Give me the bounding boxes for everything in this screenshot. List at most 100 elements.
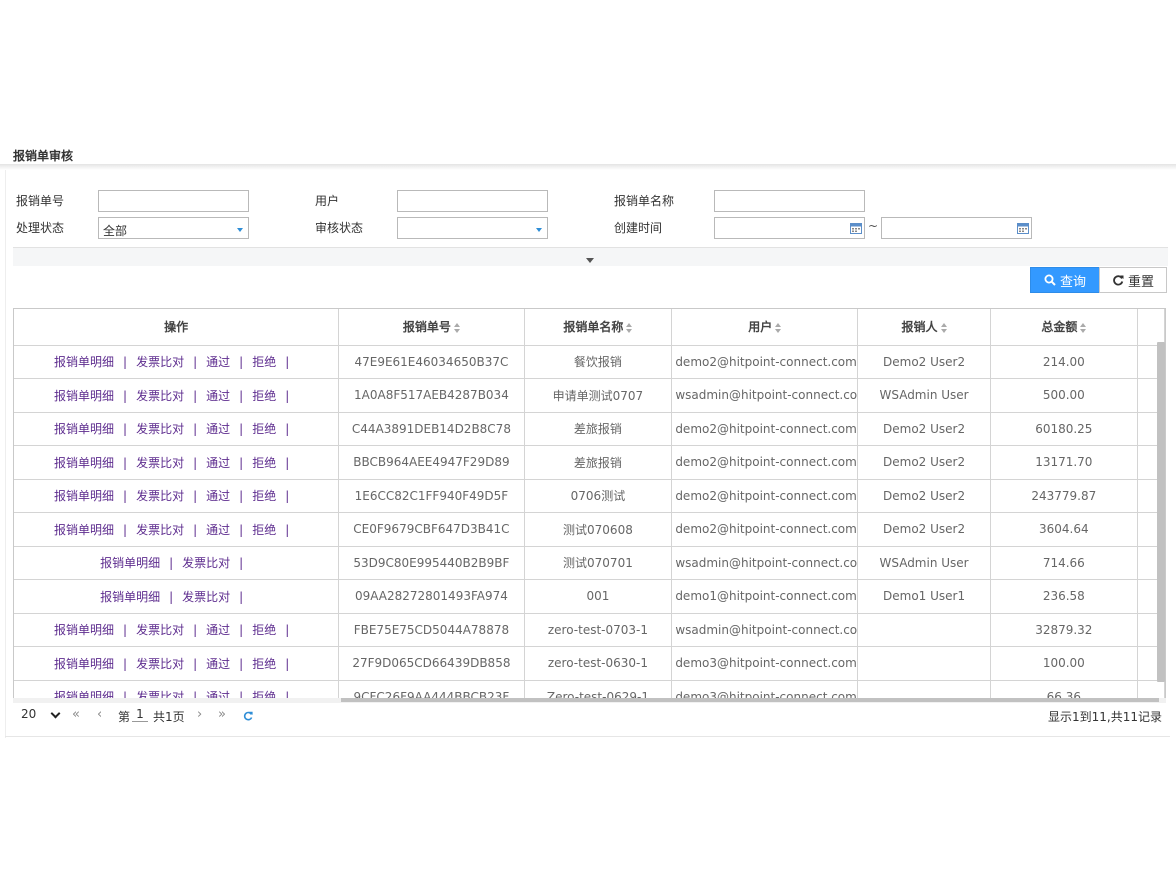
table-row[interactable]: 报销单明细 | 发票比对 | 通过 | 拒绝 | FBE75E75CD5044A78878 zer… (14, 613, 1165, 647)
approve-link[interactable]: 通过 (206, 523, 230, 537)
user-cell: demo2@hitpoint-connect.com (671, 345, 859, 379)
action-separator: | (285, 455, 290, 470)
compare-link[interactable]: 发票比对 (136, 489, 184, 503)
page-title: 报销单审核 (13, 149, 74, 163)
approve-link[interactable]: 通过 (206, 489, 230, 503)
reject-link[interactable]: 拒绝 (252, 623, 276, 637)
header-claimant[interactable]: 报销人 (857, 309, 991, 346)
detail-link[interactable]: 报销单明细 (54, 623, 114, 637)
collapse-bar[interactable] (13, 248, 1168, 266)
detail-link[interactable]: 报销单明细 (54, 657, 114, 671)
compare-link[interactable]: 发票比对 (136, 623, 184, 637)
last-page-button[interactable]: » (218, 707, 226, 722)
action-separator: | (239, 388, 244, 403)
header-claim-name[interactable]: 报销单名称 (524, 309, 673, 346)
query-button[interactable]: 查询 (1030, 267, 1100, 293)
detail-link[interactable]: 报销单明细 (54, 456, 114, 470)
table-row[interactable]: 报销单明细 | 发票比对 | 53D9C80E995440B2B9BF 测试070701 w… (14, 546, 1165, 580)
created-time-end-input[interactable] (881, 217, 1032, 239)
table-row[interactable]: 报销单明细 | 发票比对 | 通过 | 拒绝 | 47E9E61E46034650B37C 餐饮报… (14, 345, 1165, 379)
header-claim-no[interactable]: 报销单号 (338, 309, 525, 346)
caret-down-icon[interactable] (586, 258, 594, 263)
sort-icon[interactable] (626, 322, 633, 333)
table-row[interactable]: 报销单明细 | 发票比对 | 通过 | 拒绝 | C44A3891DEB14D2B8C78 差旅报… (14, 412, 1165, 446)
table-row[interactable]: 报销单明细 | 发票比对 | 通过 | 拒绝 | 1E6CC82C1FF940F49D5F 070… (14, 479, 1165, 513)
chevron-down-icon[interactable] (50, 708, 61, 719)
action-cell: 报销单明细 | 发票比对 | 通过 | 拒绝 | (14, 345, 340, 379)
refresh-icon[interactable] (243, 711, 253, 721)
approve-link[interactable]: 通过 (206, 623, 230, 637)
table-row[interactable]: 报销单明细 | 发票比对 | 通过 | 拒绝 | 1A0A8F517AEB4287B034 申请单… (14, 378, 1165, 413)
created-time-start-input[interactable] (714, 217, 865, 239)
page-total: 共1页 (153, 710, 185, 724)
detail-link[interactable]: 报销单明细 (54, 422, 114, 436)
compare-link[interactable]: 发票比对 (136, 523, 184, 537)
approve-link[interactable]: 通过 (206, 456, 230, 470)
page-size-select[interactable]: 20 (21, 707, 36, 721)
detail-link[interactable]: 报销单明细 (54, 389, 114, 403)
compare-link[interactable]: 发票比对 (136, 422, 184, 436)
page-number-input[interactable]: 1 (132, 707, 148, 722)
table-row[interactable]: 报销单明细 | 发票比对 | 通过 | 拒绝 | CE0F9679CBF647D3B41C 测试0… (14, 512, 1165, 547)
header-user[interactable]: 用户 (671, 309, 859, 346)
table-row[interactable]: 报销单明细 | 发票比对 | 通过 | 拒绝 | 27F9D065CD66439DB858 zer… (14, 646, 1165, 681)
claim-name-cell: 测试070701 (524, 546, 673, 580)
calendar-icon[interactable] (850, 222, 862, 234)
claim-name-cell: 差旅报销 (524, 445, 673, 480)
compare-link[interactable]: 发票比对 (136, 456, 184, 470)
horizontal-scrollbar[interactable] (341, 698, 1159, 702)
calendar-icon[interactable] (1017, 222, 1029, 234)
vertical-scrollbar[interactable] (1157, 342, 1165, 682)
detail-link[interactable]: 报销单明细 (54, 489, 114, 503)
reject-link[interactable]: 拒绝 (252, 389, 276, 403)
panel-bottom-border (5, 736, 1170, 737)
reset-button-label: 重置 (1127, 274, 1154, 290)
approve-link[interactable]: 通过 (206, 657, 230, 671)
reject-link[interactable]: 拒绝 (252, 355, 276, 369)
amount-cell: 243779.87 (990, 479, 1138, 513)
compare-link[interactable]: 发票比对 (136, 657, 184, 671)
user-input[interactable] (397, 190, 548, 212)
header-action: 操作 (14, 309, 340, 346)
reject-link[interactable]: 拒绝 (252, 456, 276, 470)
range-separator: ~ (868, 219, 879, 233)
action-separator: | (193, 455, 198, 470)
action-separator: | (123, 388, 128, 403)
user-cell: wsadmin@hitpoint-connect.co (671, 613, 859, 647)
detail-link[interactable]: 报销单明细 (54, 355, 114, 369)
action-separator: | (193, 489, 198, 504)
detail-link[interactable]: 报销单明细 (100, 556, 160, 570)
reject-link[interactable]: 拒绝 (252, 489, 276, 503)
compare-link[interactable]: 发票比对 (136, 389, 184, 403)
review-status-select[interactable] (397, 217, 548, 239)
claim-no-input[interactable] (98, 190, 249, 212)
sort-icon[interactable] (453, 322, 460, 333)
reject-link[interactable]: 拒绝 (252, 657, 276, 671)
process-status-select[interactable]: 全部 (98, 217, 249, 239)
sort-icon[interactable] (775, 322, 782, 333)
table-row[interactable]: 报销单明细 | 发票比对 | 09AA28272801493FA974 001 demo1@… (14, 579, 1165, 614)
compare-link[interactable]: 发票比对 (136, 355, 184, 369)
sort-icon[interactable] (940, 322, 947, 333)
sort-icon[interactable] (1080, 322, 1087, 333)
reject-link[interactable]: 拒绝 (252, 523, 276, 537)
reset-button[interactable]: 重置 (1099, 267, 1167, 293)
action-separator: | (239, 522, 244, 537)
claims-table: 操作 报销单号 报销单名称 用户 报销人 总金额 报销单明细 | 发票比对 | 通过 | 拒… (14, 309, 1165, 701)
approve-link[interactable]: 通过 (206, 355, 230, 369)
table-row[interactable]: 报销单明细 | 发票比对 | 通过 | 拒绝 | BBCB964AEE4947F29D89 差旅报… (14, 445, 1165, 480)
first-page-button[interactable]: « (72, 707, 80, 722)
compare-link[interactable]: 发票比对 (182, 590, 230, 604)
approve-link[interactable]: 通过 (206, 422, 230, 436)
compare-link[interactable]: 发票比对 (182, 556, 230, 570)
detail-link[interactable]: 报销单明细 (54, 523, 114, 537)
reject-link[interactable]: 拒绝 (252, 422, 276, 436)
action-separator: | (123, 656, 128, 671)
prev-page-button[interactable]: ‹ (97, 707, 102, 722)
detail-link[interactable]: 报销单明细 (100, 590, 160, 604)
action-separator: | (123, 455, 128, 470)
next-page-button[interactable]: › (197, 707, 202, 722)
approve-link[interactable]: 通过 (206, 389, 230, 403)
claim-name-input[interactable] (714, 190, 865, 212)
header-amount[interactable]: 总金额 (990, 309, 1138, 346)
